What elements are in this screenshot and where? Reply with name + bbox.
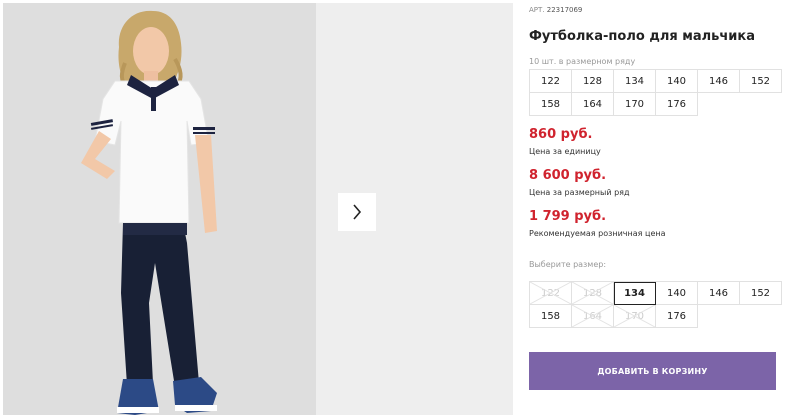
strike-icon (614, 305, 655, 327)
unit-price-label: Цена за единицу (529, 147, 601, 156)
pack-size-cell: 140 (656, 70, 698, 93)
strike-icon (530, 282, 571, 304)
pack-price: 8 600 руб. (529, 168, 607, 183)
pack-size-cell: 170 (614, 93, 656, 116)
strike-icon (572, 305, 613, 327)
product-photo (3, 3, 316, 415)
size-selector-grid: 122 128 134 140 146 152 158 164 170 176 (529, 281, 782, 328)
pack-size-cell: 122 (530, 70, 572, 93)
pack-size-grid: 122 128 134 140 146 152 158 164 170 176 (529, 69, 782, 116)
pack-size-cell: 128 (572, 70, 614, 93)
pack-price-label: Цена за размерный ряд (529, 188, 630, 197)
size-option-unavailable: 128 (572, 282, 614, 305)
strike-icon (572, 282, 613, 304)
size-option[interactable]: 140 (656, 282, 698, 305)
boy-in-polo-illustration (81, 10, 217, 415)
pack-size-cell: 152 (740, 70, 782, 93)
article-prefix: АРТ. (529, 6, 545, 14)
pack-size-cell: 176 (656, 93, 698, 116)
size-option[interactable]: 158 (530, 305, 572, 328)
size-option[interactable]: 176 (656, 305, 698, 328)
size-option[interactable]: 146 (698, 282, 740, 305)
size-option-unavailable: 164 (572, 305, 614, 328)
gallery-next-button[interactable] (338, 193, 376, 231)
chevron-right-icon (353, 204, 362, 220)
size-option-unavailable: 170 (614, 305, 656, 328)
size-option-unavailable: 122 (530, 282, 572, 305)
article-value: 22317069 (546, 6, 583, 14)
pack-size-cell: 158 (530, 93, 572, 116)
retail-price-label: Рекомендуемая розничная цена (529, 229, 666, 238)
product-title: Футболка-поло для мальчика (529, 29, 755, 44)
article-number: АРТ. 22317069 (529, 6, 582, 14)
add-to-cart-button[interactable]: ДОБАВИТЬ В КОРЗИНУ (529, 352, 776, 390)
pack-caption: 10 шт. в размерном ряду (529, 57, 636, 66)
size-option[interactable]: 152 (740, 282, 782, 305)
pack-size-cell: 164 (572, 93, 614, 116)
product-gallery (3, 3, 513, 415)
pack-size-cell: 134 (614, 70, 656, 93)
retail-price: 1 799 руб. (529, 209, 607, 224)
unit-price: 860 руб. (529, 127, 593, 142)
size-select-caption: Выберите размер: (529, 260, 607, 269)
size-option-selected[interactable]: 134 (614, 282, 656, 305)
pack-size-cell: 146 (698, 70, 740, 93)
